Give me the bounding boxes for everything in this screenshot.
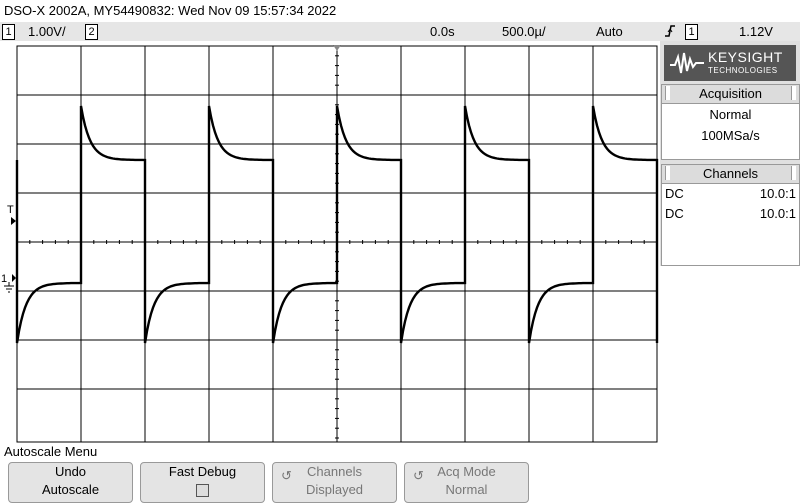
softkey-line2: Autoscale bbox=[41, 482, 100, 497]
acquisition-mode: Normal bbox=[709, 107, 752, 122]
channel2-coupling: DC bbox=[665, 206, 684, 221]
waveform-display[interactable]: T 1 bbox=[0, 41, 660, 443]
time-delay: 0.0s bbox=[430, 24, 455, 39]
undo-autoscale-button[interactable]: Undo Autoscale bbox=[8, 462, 133, 503]
fast-debug-button[interactable]: Fast Debug bbox=[140, 462, 265, 503]
softkey-line1: Fast Debug bbox=[168, 464, 237, 479]
keysight-logo: KEYSIGHT TECHNOLOGIES bbox=[664, 45, 796, 81]
channels-panel: Channels DC 10.0:1 DC 10.0:1 bbox=[661, 164, 800, 266]
acq-mode-button[interactable]: ↺ Acq Mode Normal bbox=[404, 462, 529, 503]
trigger-mode: Auto bbox=[596, 24, 623, 39]
checkbox-icon[interactable] bbox=[196, 484, 209, 497]
trigger-level-marker: T bbox=[7, 204, 14, 216]
channel1-probe: 10.0:1 bbox=[759, 186, 796, 201]
waveform-grid bbox=[15, 45, 659, 443]
trigger-arrow-icon bbox=[11, 217, 16, 225]
ground-icon bbox=[4, 274, 16, 293]
acquisition-rate: 100MSa/s bbox=[701, 128, 760, 143]
channel2-probe: 10.0:1 bbox=[759, 206, 796, 221]
title-bar: DSO-X 2002A, MY54490832: Wed Nov 09 15:5… bbox=[0, 0, 800, 22]
trigger-source[interactable]: 1 bbox=[685, 24, 698, 40]
acquisition-title: Acquisition bbox=[699, 86, 762, 101]
channels-header: Channels bbox=[662, 165, 799, 184]
trigger-level: 1.12V bbox=[739, 24, 773, 39]
menu-title: Autoscale Menu bbox=[4, 444, 98, 459]
logo-brand: KEYSIGHT bbox=[708, 49, 783, 65]
acquisition-header: Acquisition bbox=[662, 85, 799, 104]
channel1-coupling: DC bbox=[665, 186, 684, 201]
channels-displayed-button[interactable]: ↺ Channels Displayed bbox=[272, 462, 397, 503]
channel-row: DC 10.0:1 bbox=[662, 184, 799, 204]
acquisition-panel: Acquisition Normal 100MSa/s bbox=[661, 84, 800, 160]
channel-row: DC 10.0:1 bbox=[662, 204, 799, 224]
status-bar: 1 1.00V/ 2 0.0s 500.0µ/ Auto 1 1.12V bbox=[0, 22, 800, 41]
keysight-wave-icon bbox=[670, 52, 704, 74]
channels-title: Channels bbox=[703, 166, 758, 181]
rotate-knob-icon: ↺ bbox=[413, 468, 424, 483]
channel2-indicator[interactable]: 2 bbox=[85, 24, 98, 40]
softkey-line1: Undo bbox=[54, 464, 87, 479]
channel1-scale: 1.00V/ bbox=[28, 24, 66, 39]
channel1-indicator[interactable]: 1 bbox=[2, 24, 15, 40]
logo-subtitle: TECHNOLOGIES bbox=[708, 66, 778, 75]
time-scale: 500.0µ/ bbox=[502, 24, 546, 39]
instrument-title: DSO-X 2002A, MY54490832: Wed Nov 09 15:5… bbox=[4, 3, 337, 18]
rotate-knob-icon: ↺ bbox=[281, 468, 292, 483]
